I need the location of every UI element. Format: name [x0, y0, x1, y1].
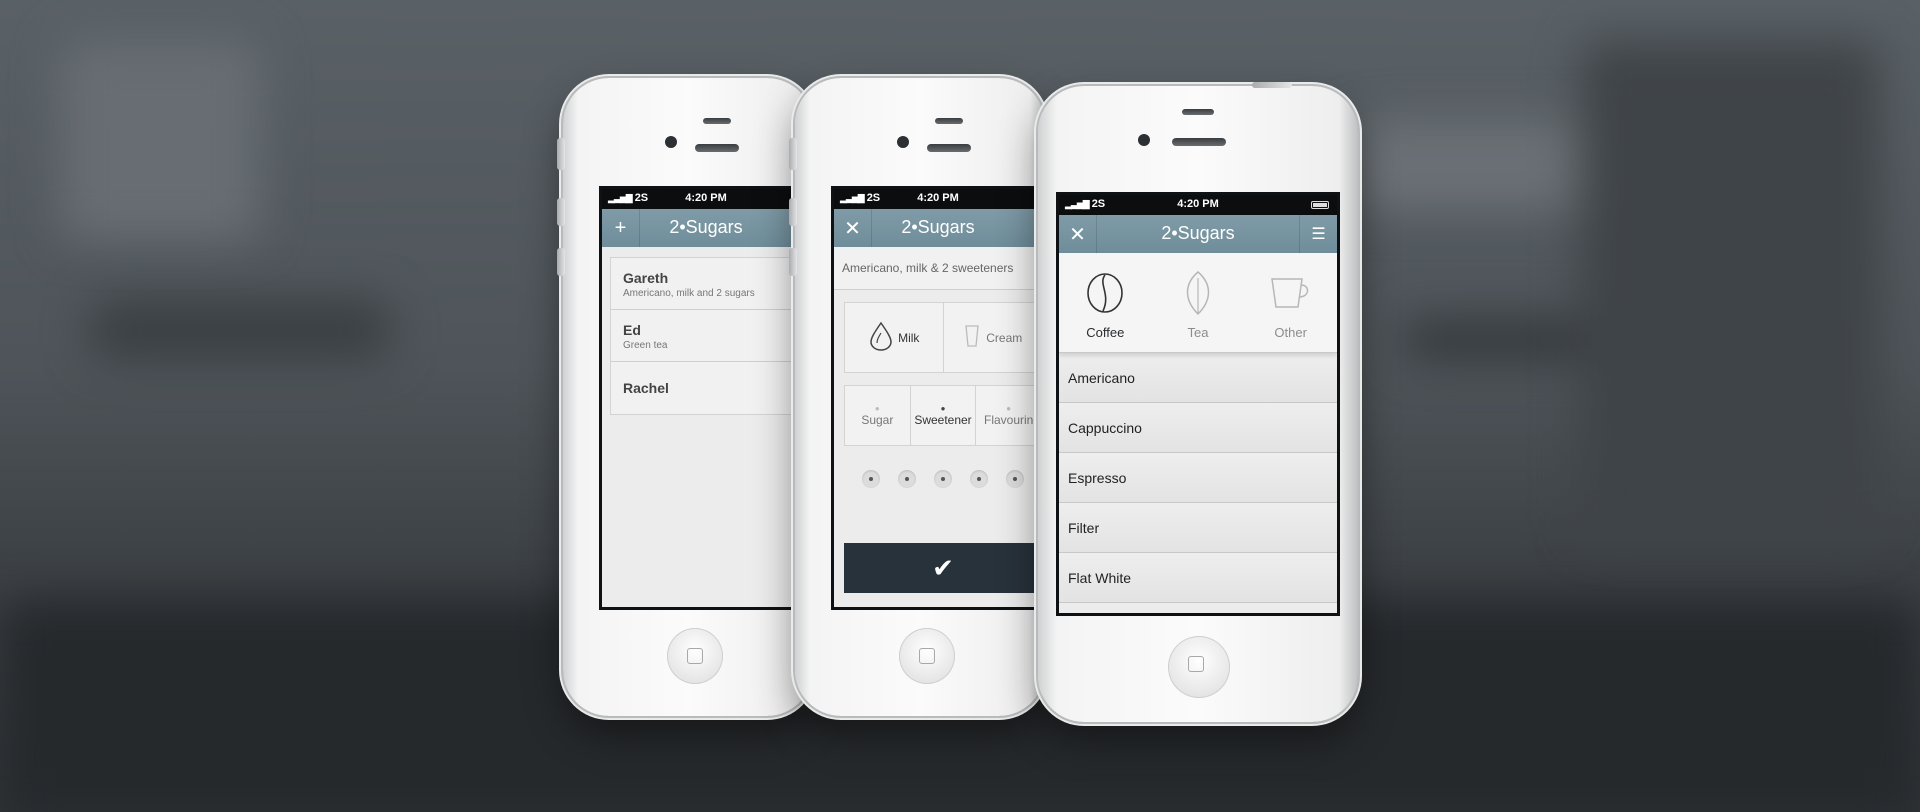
- status-time: 4:20 PM: [917, 192, 959, 204]
- app-title: 2•Sugars: [669, 217, 743, 237]
- tab-tea[interactable]: Tea: [1152, 253, 1245, 352]
- front-camera: [665, 136, 677, 148]
- quantity-dot[interactable]: [934, 470, 952, 488]
- volume-up-button: [789, 198, 797, 226]
- front-camera: [897, 136, 909, 148]
- drink-list: Americano Cappuccino Espresso Filter Fla…: [1059, 353, 1337, 603]
- sensor: [703, 118, 731, 124]
- volume-down-button: [557, 248, 565, 276]
- status-time: 4:20 PM: [1177, 198, 1219, 210]
- tab-label: Coffee: [1086, 325, 1125, 340]
- coffee-bean-icon: [1059, 271, 1152, 315]
- person-order: Green tea: [623, 340, 668, 351]
- drink-item-espresso[interactable]: Espresso: [1059, 453, 1337, 503]
- milk-option[interactable]: Milk: [845, 303, 944, 372]
- drink-item-filter[interactable]: Filter: [1059, 503, 1337, 553]
- app-title: 2•Sugars: [1161, 223, 1235, 243]
- mute-switch: [789, 138, 797, 170]
- sweetener-option[interactable]: ● Sweetener: [911, 386, 977, 445]
- flavouring-option[interactable]: ● Flavourin: [976, 386, 1041, 445]
- sensor: [935, 118, 963, 124]
- sugar-option[interactable]: ● Sugar: [845, 386, 911, 445]
- phone-orders: ▂▃▅▇ 2S 4:20 PM + 2•Sugars Gareth America…: [557, 78, 813, 716]
- person-name: Rachel: [623, 380, 669, 396]
- home-button[interactable]: [899, 628, 955, 684]
- milk-drop-icon: [868, 321, 894, 354]
- navbar: + 2•Sugars: [602, 209, 810, 247]
- close-icon[interactable]: ✕: [1059, 215, 1097, 253]
- drink-item-americano[interactable]: Americano: [1059, 353, 1337, 403]
- tea-leaf-icon: [1152, 271, 1245, 316]
- quantity-dot[interactable]: [1006, 470, 1024, 488]
- home-button[interactable]: [667, 628, 723, 684]
- option-label: Sugar: [861, 413, 894, 427]
- order-summary: Americano, milk & 2 sweeteners: [834, 247, 1042, 290]
- tab-other[interactable]: Other: [1244, 253, 1337, 352]
- cream-option[interactable]: Cream: [944, 303, 1042, 372]
- option-label: Milk: [898, 330, 920, 345]
- list-item[interactable]: Ed Green tea: [611, 310, 809, 362]
- confirm-button[interactable]: ✔: [844, 543, 1042, 593]
- people-list: Gareth Americano, milk and 2 sugars Ed G…: [610, 257, 810, 415]
- screen-options: ▂▃▅▇ 2S 4:20 PM ✕ 2•Sugars Americano, mil…: [831, 186, 1045, 610]
- plus-icon[interactable]: +: [602, 209, 640, 247]
- phone-options: ▂▃▅▇ 2S 4:20 PM ✕ 2•Sugars Americano, mil…: [789, 78, 1045, 716]
- navbar: ✕ 2•Sugars ☰: [1059, 215, 1337, 253]
- quantity-dot[interactable]: [970, 470, 988, 488]
- option-label: Flavourin: [984, 413, 1034, 427]
- list-item[interactable]: Gareth Americano, milk and 2 sugars: [611, 258, 809, 310]
- menu-icon[interactable]: ☰: [1299, 215, 1337, 253]
- category-tabs: Coffee Tea Other: [1059, 253, 1337, 353]
- status-bar: ▂▃▅▇ 2S 4:20 PM: [602, 189, 810, 209]
- home-button[interactable]: [1168, 636, 1230, 698]
- quantity-selector: [834, 446, 1042, 488]
- tab-coffee[interactable]: Coffee: [1059, 253, 1152, 352]
- screen-orders: ▂▃▅▇ 2S 4:20 PM + 2•Sugars Gareth America…: [599, 186, 813, 610]
- cup-icon: [1244, 271, 1337, 315]
- tab-label: Other: [1274, 325, 1307, 340]
- close-icon[interactable]: ✕: [834, 209, 872, 247]
- sweetener-selector: ● Sugar ● Sweetener ● Flavourin: [844, 385, 1042, 446]
- person-name: Gareth: [623, 270, 669, 286]
- sensor: [1182, 109, 1214, 115]
- power-button: [1252, 82, 1292, 88]
- earpiece-speaker: [695, 144, 739, 152]
- navbar: ✕ 2•Sugars: [834, 209, 1042, 247]
- volume-up-button: [557, 198, 565, 226]
- option-label: Cream: [986, 330, 1023, 345]
- mute-switch: [557, 138, 565, 170]
- screen-menu: ▂▃▅▇2S 4:20 PM ✕ 2•Sugars ☰ Coffee Tea: [1056, 192, 1340, 616]
- drink-item-cappuccino[interactable]: Cappuccino: [1059, 403, 1337, 453]
- front-camera: [1138, 134, 1150, 146]
- drink-item-flat-white[interactable]: Flat White: [1059, 553, 1337, 603]
- cream-icon: [962, 323, 982, 352]
- status-time: 4:20 PM: [685, 192, 727, 204]
- earpiece-speaker: [927, 144, 971, 152]
- app-title: 2•Sugars: [901, 217, 975, 237]
- battery-icon: [1311, 201, 1329, 209]
- volume-down-button: [789, 248, 797, 276]
- person-order: Americano, milk and 2 sugars: [623, 288, 755, 299]
- person-name: Ed: [623, 322, 641, 338]
- status-bar: ▂▃▅▇ 2S 4:20 PM: [834, 189, 1042, 209]
- list-item[interactable]: Rachel: [611, 362, 809, 414]
- earpiece-speaker: [1172, 138, 1226, 146]
- additions-selector: Milk Cream: [844, 302, 1042, 373]
- quantity-dot[interactable]: [898, 470, 916, 488]
- quantity-dot[interactable]: [862, 470, 880, 488]
- status-bar: ▂▃▅▇ 2S 4:20 PM: [1059, 195, 1337, 215]
- phone-menu: ▂▃▅▇2S 4:20 PM ✕ 2•Sugars ☰ Coffee Tea: [1038, 82, 1358, 722]
- option-label: Sweetener: [914, 413, 972, 427]
- tab-label: Tea: [1187, 325, 1209, 340]
- checkmark-icon: ✔: [932, 552, 954, 583]
